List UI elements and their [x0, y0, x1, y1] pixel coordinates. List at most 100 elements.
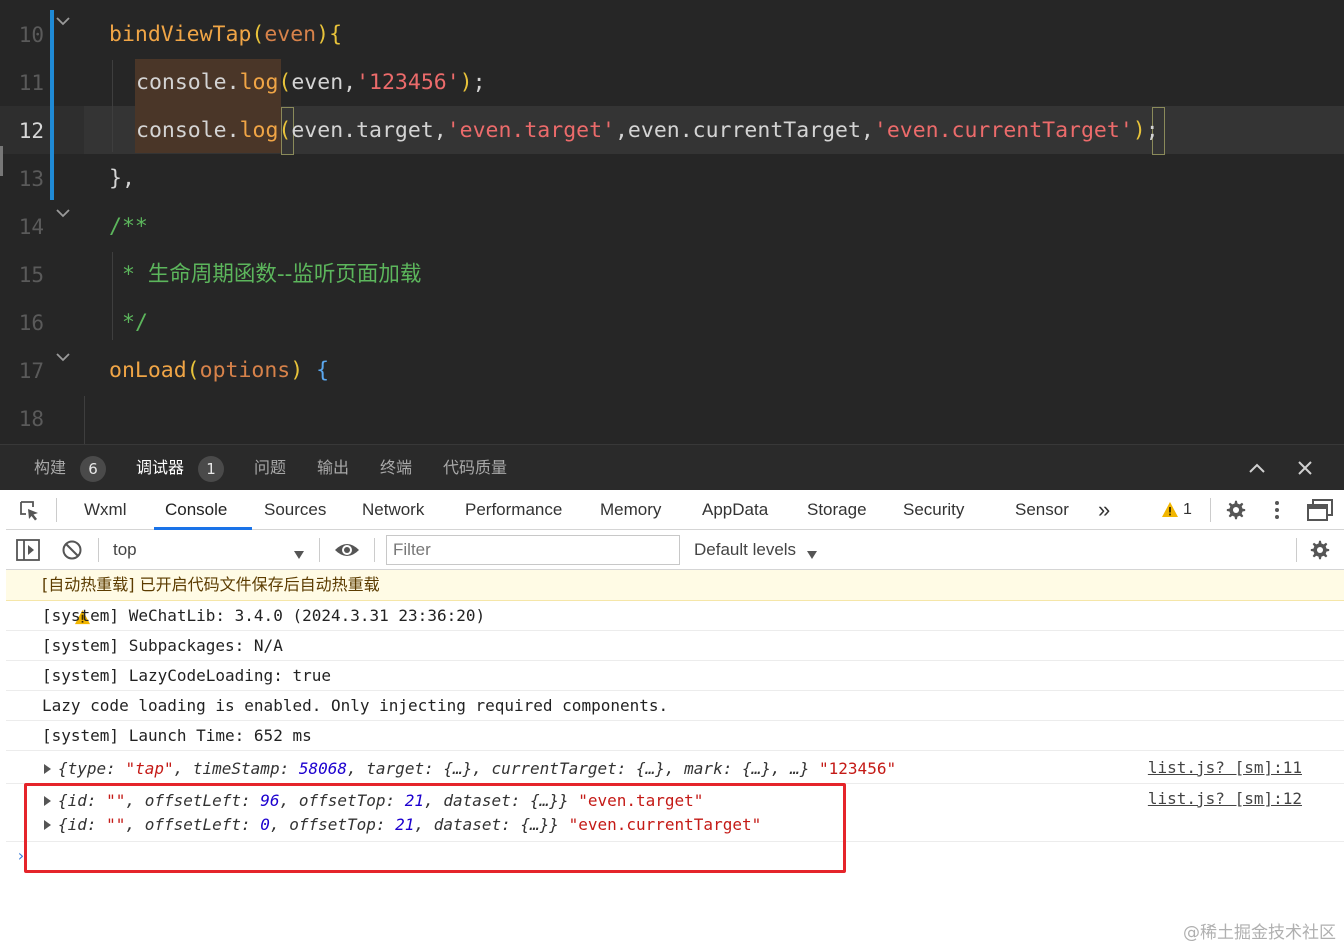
code-token: even,: [291, 70, 357, 95]
code-token: log: [239, 70, 279, 95]
code-line[interactable]: 15 * 生命周期函数--监听页面加载: [0, 251, 1344, 299]
tab-wxml[interactable]: Wxml: [84, 490, 126, 530]
console-row: [system] WeChatLib: 3.4.0 (2024.3.31 23:…: [6, 601, 1344, 631]
line-number: 15: [18, 263, 44, 287]
console-message: [system] Subpackages: N/A: [42, 636, 283, 655]
console-row: Lazy code loading is enabled. Only injec…: [6, 691, 1344, 721]
code-line[interactable]: 17 onLoad(options) {: [0, 347, 1344, 395]
tab-sensor[interactable]: Sensor: [1015, 490, 1069, 530]
line-number: 18: [18, 407, 44, 431]
tab-terminal[interactable]: 终端: [380, 445, 412, 491]
console-row: [system] Subpackages: N/A: [6, 631, 1344, 661]
tab-code-quality[interactable]: 代码质量: [443, 445, 507, 491]
console-output[interactable]: [自动热重载] 已开启代码文件保存后自动热重载 [system] WeChatL…: [6, 570, 1344, 949]
console-log-object[interactable]: {type: "tap", timeStamp: 58068, target: …: [58, 751, 896, 787]
code-line[interactable]: 18: [0, 395, 1344, 443]
code-line[interactable]: 12 console.log(even.target,'even.target',…: [0, 107, 1344, 155]
sidebar-toggle-icon[interactable]: [16, 539, 40, 561]
console-settings-icon[interactable]: [1309, 539, 1331, 561]
tab-problems[interactable]: 问题: [254, 445, 286, 491]
tab-security[interactable]: Security: [903, 490, 964, 530]
source-link[interactable]: list.js? [sm]:12: [1148, 788, 1302, 810]
code-token: (: [186, 358, 200, 383]
code-token: ): [1132, 118, 1146, 143]
more-tabs-button[interactable]: »: [1098, 490, 1110, 530]
code-line[interactable]: 11 console.log(even,'123456');: [0, 59, 1344, 107]
code-token: ;: [1145, 118, 1159, 143]
filter-input[interactable]: Filter: [386, 535, 680, 565]
divider: [1210, 498, 1211, 522]
code-token: },: [109, 166, 135, 191]
divider: [1296, 538, 1297, 562]
build-count-badge: 6: [80, 456, 106, 482]
code-token: /**: [109, 214, 148, 239]
code-line[interactable]: 14 /**: [0, 203, 1344, 251]
tab-sources[interactable]: Sources: [264, 490, 326, 530]
object-preview: {type:: [58, 759, 126, 778]
console-message: [自动热重载] 已开启代码文件保存后自动热重载: [42, 575, 380, 594]
console-message: [system] Launch Time: 652 ms: [42, 726, 312, 745]
console-log-row[interactable]: {type: "tap", timeStamp: 58068, target: …: [6, 751, 1344, 784]
tab-performance[interactable]: Performance: [465, 490, 562, 530]
watermark: @稀土掘金技术社区: [1183, 923, 1336, 943]
tab-network[interactable]: Network: [362, 490, 424, 530]
divider: [319, 538, 320, 562]
console-message: [system] WeChatLib: 3.4.0 (2024.3.31 23:…: [42, 606, 486, 625]
chevron-up-icon[interactable]: [1246, 457, 1268, 479]
code-line[interactable]: 13},: [0, 155, 1344, 203]
console-row: [system] LazyCodeLoading: true: [6, 661, 1344, 691]
code-line[interactable]: 10 bindViewTap(even){: [0, 11, 1344, 59]
tab-build[interactable]: 构建: [34, 445, 66, 491]
inspect-element-icon[interactable]: [18, 499, 42, 523]
expand-triangle-icon[interactable]: [44, 764, 51, 774]
kebab-menu-icon[interactable]: [1272, 499, 1282, 521]
code-editor[interactable]: 10 bindViewTap(even){11 console.log(even,'…: [0, 0, 1344, 444]
line-number: 16: [18, 311, 44, 335]
source-link[interactable]: list.js? [sm]:11: [1148, 751, 1302, 784]
code-token: 生命周期函数--监听页面加载: [147, 262, 422, 287]
line-number: 12: [18, 119, 44, 143]
context-selector[interactable]: top: [113, 530, 137, 570]
close-icon[interactable]: [1294, 457, 1316, 479]
code-text: */: [122, 299, 148, 347]
tab-memory[interactable]: Memory: [600, 490, 661, 530]
log-label: "123456": [809, 759, 897, 778]
log-levels-dropdown[interactable]: Default levels: [694, 530, 796, 570]
line-number: 13: [18, 167, 44, 191]
fold-chevron-icon[interactable]: [56, 16, 70, 28]
fold-chevron-icon[interactable]: [56, 352, 70, 364]
code-token: ,even.currentTarget,: [614, 118, 874, 143]
tab-output[interactable]: 输出: [317, 445, 349, 491]
prop-value: 58068: [298, 759, 348, 778]
dock-panel-icon[interactable]: [1306, 498, 1334, 522]
caret-down-icon[interactable]: [293, 545, 305, 564]
code-token: ): [459, 70, 473, 95]
code-line[interactable]: 16 */: [0, 299, 1344, 347]
code-token: 'even.currentTarget': [873, 118, 1133, 143]
debugger-count-badge: 1: [198, 456, 224, 482]
clear-console-icon[interactable]: [61, 539, 83, 561]
warning-icon[interactable]: [1161, 501, 1179, 519]
line-number: 11: [18, 71, 44, 95]
divider: [374, 538, 375, 562]
code-text: /**: [109, 203, 148, 251]
code-token: bindViewTap: [109, 22, 252, 47]
fold-chevron-icon[interactable]: [56, 208, 70, 220]
tab-appdata[interactable]: AppData: [702, 490, 768, 530]
gear-icon[interactable]: [1225, 499, 1247, 521]
console-row: [system] Launch Time: 652 ms: [6, 721, 1344, 751]
code-token: (: [278, 70, 292, 95]
tab-console[interactable]: Console: [165, 490, 227, 530]
tab-debugger[interactable]: 调试器: [136, 445, 184, 491]
object-preview: , timeStamp:: [173, 759, 299, 778]
tab-storage[interactable]: Storage: [807, 490, 867, 530]
code-text: bindViewTap(even){: [109, 11, 342, 59]
code-token: *: [122, 262, 148, 287]
eye-icon[interactable]: [334, 540, 360, 560]
warning-count[interactable]: 1: [1183, 490, 1192, 530]
code-token: 'even.target': [446, 118, 615, 143]
caret-down-icon[interactable]: [806, 545, 818, 564]
code-text: * 生命周期函数--监听页面加载: [122, 251, 421, 299]
code-token: onLoad: [109, 358, 187, 383]
